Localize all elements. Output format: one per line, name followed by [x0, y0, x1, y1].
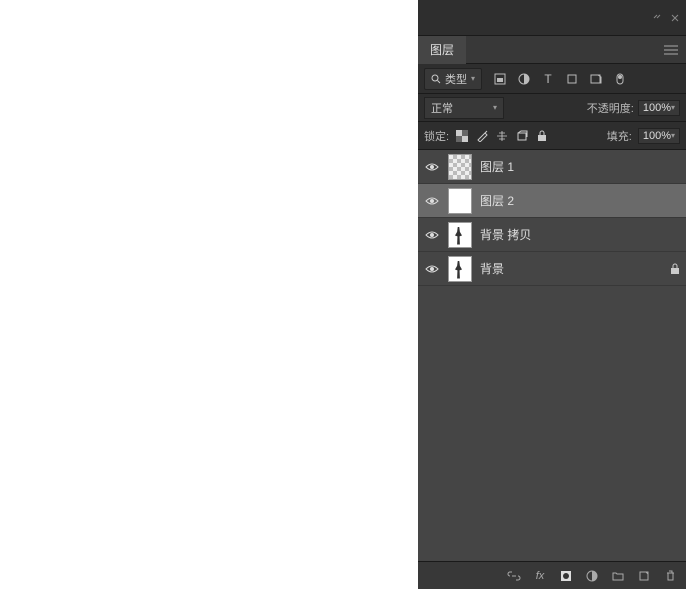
- search-icon: [431, 74, 441, 84]
- lock-transparency-icon[interactable]: [455, 129, 469, 143]
- filter-type-icon[interactable]: T: [540, 71, 556, 87]
- filter-type-select[interactable]: 类型 ▾: [424, 68, 482, 90]
- layer-row[interactable]: 图层 1: [418, 150, 686, 184]
- lock-pixels-icon[interactable]: [475, 129, 489, 143]
- tab-layers[interactable]: 图层: [418, 36, 466, 64]
- blend-row: 正常 ▾ 不透明度: 100% ▾: [418, 94, 686, 122]
- fill-input[interactable]: 100% ▾: [638, 128, 680, 144]
- chevron-down-icon: ▾: [493, 103, 497, 112]
- visibility-eye-icon[interactable]: [424, 196, 440, 206]
- layer-row[interactable]: 背景 拷贝: [418, 218, 686, 252]
- layer-row[interactable]: 背景: [418, 252, 686, 286]
- collapse-icon[interactable]: [652, 13, 662, 23]
- lock-label: 锁定:: [424, 128, 449, 144]
- visibility-eye-icon[interactable]: [424, 230, 440, 240]
- filter-shape-icon[interactable]: [564, 71, 580, 87]
- link-layers-icon[interactable]: [506, 568, 522, 584]
- layers-panel: 图层 类型 ▾ T: [418, 0, 686, 589]
- new-layer-icon[interactable]: [636, 568, 652, 584]
- layer-name[interactable]: 背景 拷贝: [480, 226, 531, 243]
- fx-icon[interactable]: fx: [532, 568, 548, 584]
- panel-menu-button[interactable]: [656, 45, 686, 55]
- fill-label: 填充:: [607, 128, 632, 144]
- filter-row: 类型 ▾ T: [418, 64, 686, 94]
- lock-artboard-icon[interactable]: [515, 129, 529, 143]
- mask-icon[interactable]: [558, 568, 574, 584]
- adjustment-layer-icon[interactable]: [584, 568, 600, 584]
- layer-name[interactable]: 图层 2: [480, 192, 514, 209]
- layer-name[interactable]: 图层 1: [480, 158, 514, 175]
- opacity-label: 不透明度:: [587, 100, 634, 116]
- panel-window-controls: [418, 0, 686, 36]
- filter-smartobject-icon[interactable]: [588, 71, 604, 87]
- filter-toggle-icon[interactable]: [612, 71, 628, 87]
- lock-row: 锁定: 填充: 100% ▾: [418, 122, 686, 150]
- group-icon[interactable]: [610, 568, 626, 584]
- filter-type-label: 类型: [445, 71, 467, 87]
- canvas-area[interactable]: [0, 0, 418, 589]
- delete-layer-icon[interactable]: [662, 568, 678, 584]
- filter-adjustment-icon[interactable]: [516, 71, 532, 87]
- blend-mode-select[interactable]: 正常 ▾: [424, 97, 504, 119]
- layer-thumbnail[interactable]: [448, 222, 472, 248]
- fill-value: 100%: [643, 130, 671, 142]
- filter-icons: T: [492, 71, 628, 87]
- visibility-eye-icon[interactable]: [424, 264, 440, 274]
- layer-name[interactable]: 背景: [480, 260, 504, 277]
- close-icon[interactable]: [670, 13, 680, 23]
- layers-list: 图层 1 图层 2 背景 拷贝背景: [418, 150, 686, 561]
- lock-icon[interactable]: [670, 263, 680, 275]
- blend-mode-value: 正常: [431, 100, 453, 116]
- panel-tabs: 图层: [418, 36, 686, 64]
- layer-thumbnail[interactable]: [448, 256, 472, 282]
- lock-icons: [455, 129, 549, 143]
- opacity-value: 100%: [643, 102, 671, 114]
- chevron-down-icon: ▾: [671, 131, 675, 140]
- panel-footer: fx: [418, 561, 686, 589]
- layer-thumbnail[interactable]: [448, 154, 472, 180]
- chevron-down-icon: ▾: [471, 74, 475, 83]
- visibility-eye-icon[interactable]: [424, 162, 440, 172]
- layer-thumbnail[interactable]: [448, 188, 472, 214]
- filter-pixel-icon[interactable]: [492, 71, 508, 87]
- chevron-down-icon: ▾: [671, 103, 675, 112]
- layer-row[interactable]: 图层 2: [418, 184, 686, 218]
- lock-position-icon[interactable]: [495, 129, 509, 143]
- opacity-input[interactable]: 100% ▾: [638, 100, 680, 116]
- lock-all-icon[interactable]: [535, 129, 549, 143]
